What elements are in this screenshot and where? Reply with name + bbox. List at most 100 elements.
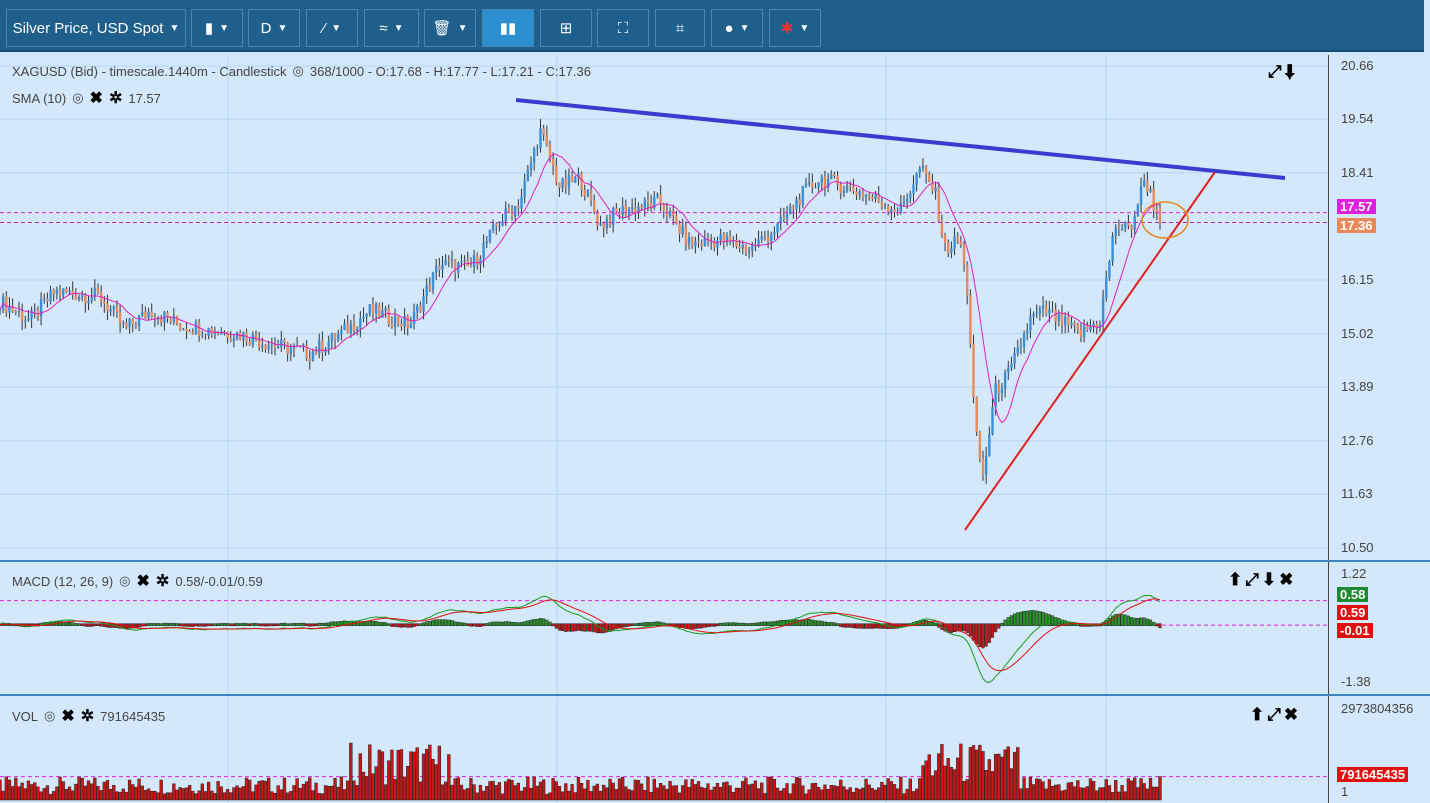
candle-body bbox=[909, 193, 912, 199]
volume-bar bbox=[1088, 778, 1093, 801]
eye-icon[interactable]: ◎ bbox=[44, 708, 55, 724]
candle-body bbox=[596, 212, 599, 226]
volume-bar bbox=[706, 783, 710, 801]
volume-bar bbox=[756, 788, 761, 801]
maximize-icon[interactable]: ⤢ bbox=[1267, 705, 1284, 724]
candle-body bbox=[428, 285, 432, 291]
macd-histogram-bar bbox=[77, 623, 81, 626]
layout-button[interactable]: ⊞ bbox=[540, 9, 592, 47]
candle-body bbox=[128, 319, 131, 328]
macd-histogram-bar bbox=[586, 623, 590, 632]
vol-axis[interactable]: 2973804356 791645435 1 bbox=[1328, 696, 1430, 803]
uk-flag-icon: ✱ bbox=[780, 20, 794, 37]
volume-bar bbox=[20, 782, 24, 801]
arrow-down-icon[interactable]: ⬇ bbox=[1262, 570, 1279, 589]
macd-histogram-bar bbox=[447, 619, 451, 626]
pane-divider[interactable] bbox=[0, 560, 1430, 562]
candle-body bbox=[390, 324, 394, 327]
eye-icon[interactable]: ◎ bbox=[293, 63, 304, 79]
candle-body bbox=[542, 128, 545, 135]
maximize-icon[interactable]: ⤢ bbox=[1268, 62, 1285, 81]
candle-body bbox=[792, 206, 795, 210]
volume-bar bbox=[1022, 777, 1026, 801]
volume-bar bbox=[1082, 787, 1086, 801]
volume-toggle-button[interactable]: ▮▮ bbox=[482, 9, 534, 47]
eye-icon[interactable]: ◎ bbox=[119, 573, 130, 589]
volume-bar bbox=[946, 758, 950, 801]
volume-bar bbox=[459, 784, 464, 801]
ohlc-readout: 368/1000 - O:17.68 - H:17.77 - L:17.21 -… bbox=[309, 63, 591, 79]
macd-histogram-bar bbox=[207, 623, 211, 627]
close-icon[interactable]: ✖ bbox=[1284, 705, 1301, 724]
candle-body bbox=[1035, 313, 1038, 315]
volume-bar bbox=[602, 784, 606, 801]
sma-value: 17.57 bbox=[128, 90, 161, 106]
arrow-down-icon[interactable]: ⬇ bbox=[1285, 62, 1299, 81]
macd-histogram-bar bbox=[188, 623, 192, 627]
price-axis[interactable]: 10.50 11.63 12.76 13.89 15.02 16.15 18.41 19.54… bbox=[1328, 55, 1430, 560]
price-chart[interactable] bbox=[0, 55, 1328, 561]
volume-chart[interactable] bbox=[0, 697, 1328, 803]
macd-histogram-bar bbox=[128, 623, 132, 629]
candle-body bbox=[409, 324, 413, 329]
volume-bar bbox=[150, 790, 154, 801]
macd-histogram-bar bbox=[434, 619, 438, 626]
volume-bar bbox=[971, 745, 976, 801]
line-tool-icon: ⁄ bbox=[322, 19, 326, 37]
gear-icon[interactable]: ✲ bbox=[109, 88, 122, 108]
macd-histogram-bar bbox=[390, 623, 394, 627]
macd-histogram-bar bbox=[1013, 613, 1017, 626]
draw-line-button[interactable]: ⁄ ▼ bbox=[306, 9, 358, 47]
macd-histogram-bar bbox=[851, 623, 855, 629]
maximize-icon[interactable]: ⤢ bbox=[1245, 570, 1262, 589]
arrow-up-icon[interactable]: ⬆ bbox=[1228, 570, 1245, 589]
macd-histogram-bar bbox=[1035, 610, 1039, 626]
eye-icon[interactable]: ◎ bbox=[72, 90, 83, 106]
close-icon[interactable]: ✖ bbox=[1279, 570, 1296, 589]
fit-button[interactable]: ⌗ bbox=[655, 9, 705, 47]
candle-body bbox=[801, 186, 805, 205]
volume-bar bbox=[17, 786, 21, 801]
candle-body bbox=[106, 303, 109, 312]
volume-bar bbox=[358, 753, 362, 801]
fullscreen-button[interactable]: ⛶ bbox=[597, 9, 649, 47]
volume-bar bbox=[1050, 786, 1055, 801]
close-icon[interactable]: ✖ bbox=[90, 88, 103, 108]
candle-body bbox=[868, 194, 871, 197]
candle-body bbox=[62, 288, 65, 296]
macd-histogram-bar bbox=[513, 622, 517, 626]
macd-histogram-bar bbox=[314, 623, 318, 627]
volume-bar bbox=[677, 792, 682, 801]
close-icon[interactable]: ✖ bbox=[137, 571, 150, 591]
macd-histogram-bar bbox=[1155, 623, 1159, 627]
candle-body bbox=[668, 210, 672, 217]
candle-body bbox=[434, 265, 438, 273]
pane-divider[interactable] bbox=[0, 694, 1430, 696]
volume-bar bbox=[510, 780, 514, 801]
axis-tick: 12.76 bbox=[1341, 432, 1374, 448]
volume-bar bbox=[810, 783, 814, 801]
volume-bar bbox=[210, 790, 214, 801]
language-button[interactable]: ✱ ▼ bbox=[769, 9, 821, 47]
symbol-select[interactable]: Silver Price, USD Spot ▼ bbox=[6, 9, 186, 47]
candle-body bbox=[197, 322, 201, 337]
macd-histogram-bar bbox=[308, 623, 312, 627]
candle-body bbox=[447, 259, 451, 261]
volume-bar bbox=[466, 788, 470, 801]
macd-axis[interactable]: 1.22 0.58 0.59 -0.01 -1.38 bbox=[1328, 562, 1430, 694]
arrow-up-icon[interactable]: ⬆ bbox=[1250, 705, 1267, 724]
gear-icon[interactable]: ✲ bbox=[156, 571, 169, 591]
theme-button[interactable]: ● ▼ bbox=[711, 9, 763, 47]
candle-body bbox=[703, 238, 707, 247]
close-icon[interactable]: ✖ bbox=[61, 706, 74, 726]
timeframe-select[interactable]: D ▼ bbox=[248, 9, 300, 47]
indicators-button[interactable]: ≈ ▼ bbox=[364, 9, 419, 47]
delete-button[interactable]: 🗑 ▼ bbox=[424, 9, 476, 47]
macd-histogram-bar bbox=[197, 623, 201, 627]
volume-bar bbox=[835, 786, 840, 801]
chart-type-button[interactable]: ▮ ▼ bbox=[191, 9, 243, 47]
macd-histogram-bar bbox=[567, 623, 571, 632]
volume-bar bbox=[621, 777, 625, 801]
gear-icon[interactable]: ✲ bbox=[81, 706, 94, 726]
volume-bar bbox=[1044, 788, 1048, 801]
